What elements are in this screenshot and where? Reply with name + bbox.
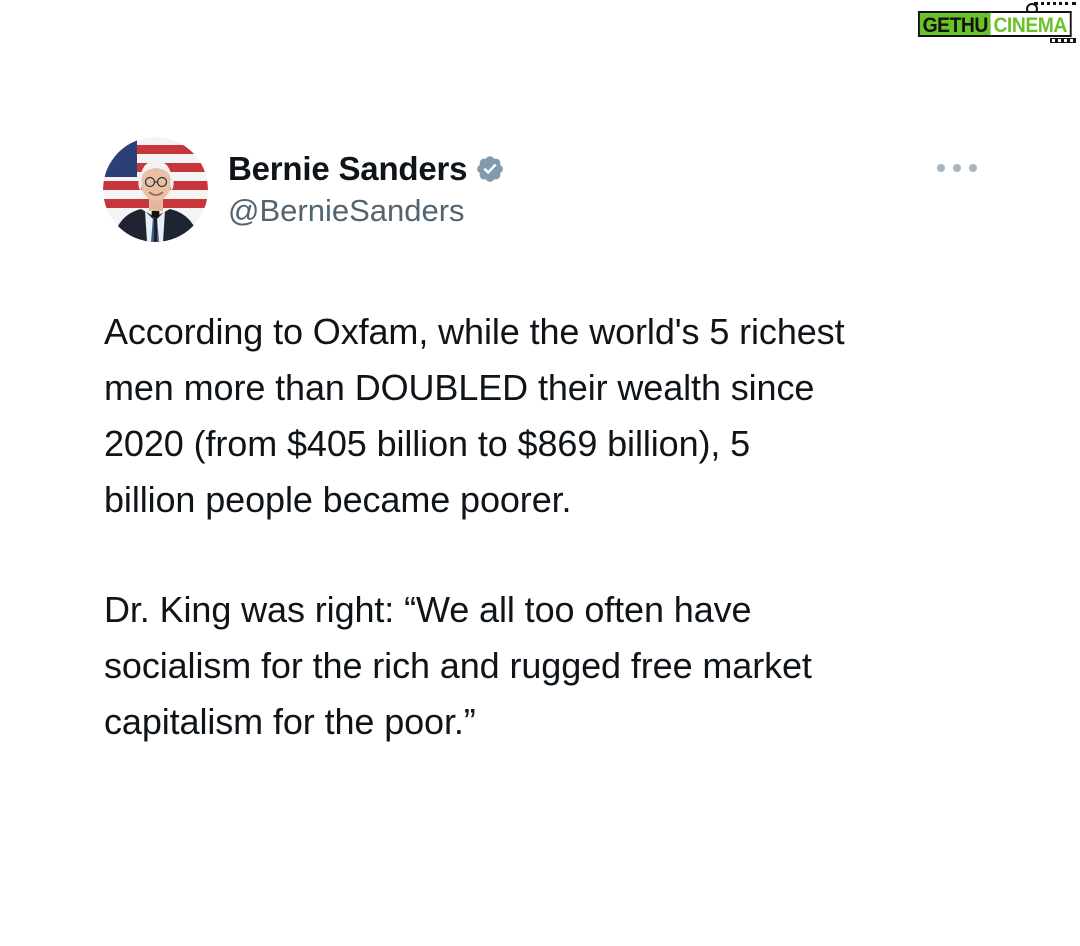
tweet-paragraph: According to Oxfam, while the world's 5 … [104, 311, 845, 520]
tweet-paragraph: Dr. King was right: “We all too often ha… [104, 589, 812, 742]
watermark-part1: GETHU [918, 11, 991, 37]
more-horizontal-icon[interactable] [937, 158, 977, 178]
verified-badge-icon [475, 154, 505, 184]
more-dot [969, 164, 977, 172]
avatar-photo [103, 137, 208, 242]
watermark-logo: GETHU CINEMA [918, 2, 1078, 44]
author-handle[interactable]: @BernieSanders [228, 190, 465, 232]
author-row: Bernie Sanders [228, 147, 505, 191]
more-dot [953, 164, 961, 172]
watermark-text: GETHU CINEMA [918, 11, 1072, 37]
watermark-part2: CINEMA [990, 11, 1072, 37]
author-display-name[interactable]: Bernie Sanders [228, 147, 468, 191]
film-strip-icon [1050, 38, 1076, 43]
tweet-text: According to Oxfam, while the world's 5 … [104, 304, 984, 750]
avatar[interactable] [103, 137, 208, 242]
more-dot [937, 164, 945, 172]
